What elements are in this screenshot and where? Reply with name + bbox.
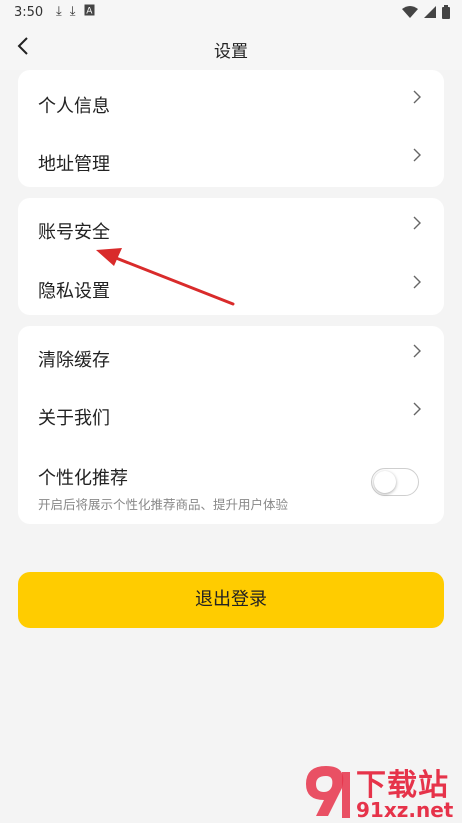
- chevron-right-icon: [413, 90, 421, 104]
- row-label: 清除缓存: [38, 350, 110, 371]
- row-label: 隐私设置: [38, 281, 110, 302]
- toggle-knob: [374, 471, 396, 493]
- system-icons: [402, 5, 450, 19]
- chevron-right-icon: [413, 148, 421, 162]
- chevron-right-icon: [413, 216, 421, 230]
- wifi-icon: [402, 5, 418, 18]
- a-icon: A: [84, 4, 95, 20]
- signal-icon: [424, 5, 436, 18]
- download-icon: ⤓: [69, 4, 76, 19]
- chevron-right-icon: [413, 344, 421, 358]
- watermark: 下载站 91xz.net: [298, 758, 462, 823]
- download-icon: ⤓: [56, 4, 62, 19]
- watermark-site: 91xz.net: [356, 798, 454, 822]
- chevron-right-icon: [413, 275, 421, 289]
- row-personal-info[interactable]: 个人信息: [18, 74, 444, 132]
- row-description: 开启后将展示个性化推荐商品、提升用户体验: [38, 497, 289, 512]
- row-label: 关于我们: [38, 408, 110, 429]
- row-account-security[interactable]: 账号安全: [18, 200, 444, 258]
- status-bar: 3:50 ⤓ ⤓ A: [0, 0, 462, 26]
- row-label: 个人信息: [38, 96, 110, 117]
- status-time: 3:50: [14, 5, 44, 20]
- card-general: 清除缓存 关于我们 个性化推荐 开启后将展示个性化推荐商品、提升用户体验: [18, 326, 444, 524]
- card-account-info: 个人信息 地址管理: [18, 70, 444, 187]
- site-logo-icon: [306, 766, 350, 818]
- row-label: 个性化推荐: [38, 468, 128, 489]
- logout-button[interactable]: 退出登录: [18, 572, 444, 628]
- svg-text:A: A: [86, 7, 93, 17]
- card-security: 账号安全 隐私设置: [18, 198, 444, 315]
- row-privacy-settings[interactable]: 隐私设置: [18, 259, 444, 317]
- row-personalized-recommendation: 个性化推荐 开启后将展示个性化推荐商品、提升用户体验: [18, 450, 444, 520]
- battery-icon: [442, 5, 450, 19]
- notification-icons: ⤓ ⤓ A: [56, 4, 95, 20]
- nav-bar: 设置: [0, 26, 462, 70]
- chevron-right-icon: [413, 402, 421, 416]
- page-title: 设置: [214, 42, 248, 62]
- row-about-us[interactable]: 关于我们: [18, 386, 444, 444]
- row-label: 账号安全: [38, 222, 110, 243]
- recommendation-toggle[interactable]: [371, 468, 419, 496]
- row-address-management[interactable]: 地址管理: [18, 132, 444, 190]
- row-clear-cache[interactable]: 清除缓存: [18, 328, 444, 386]
- row-label: 地址管理: [38, 154, 110, 175]
